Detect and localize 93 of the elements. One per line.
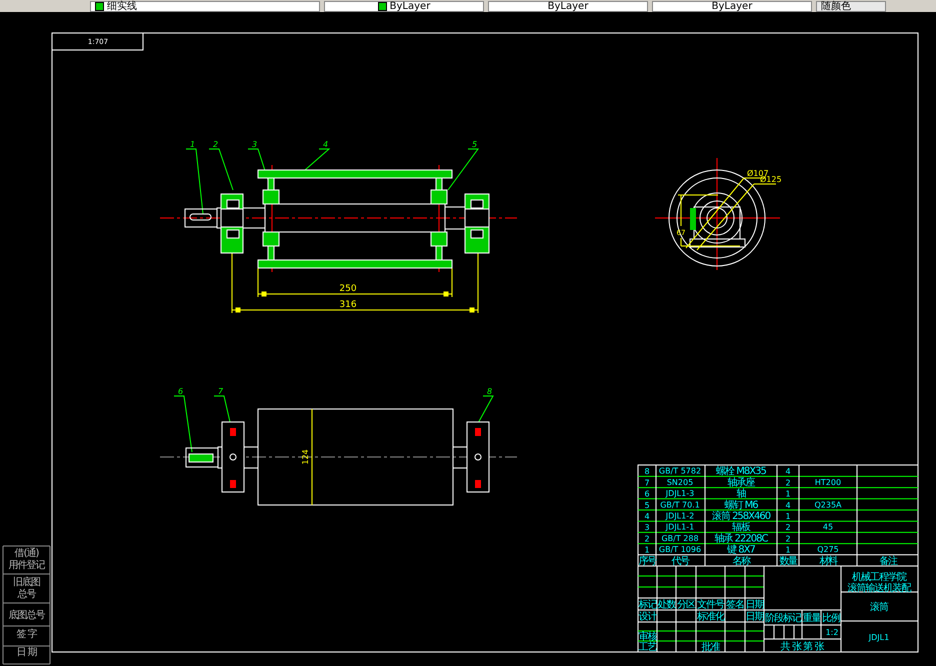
dimension-value: Ø125	[760, 175, 782, 184]
table-cell: 2	[785, 534, 791, 544]
table-cell: 1	[785, 490, 791, 499]
table-cell: 审核	[638, 632, 656, 642]
leader-line	[304, 148, 330, 170]
table-cell: 标记	[638, 600, 656, 610]
table-cell: 键 8X7	[727, 544, 755, 556]
leader-line	[208, 148, 234, 190]
side-stamp-label: 旧底图总号	[13, 577, 40, 600]
column-header: 代号	[672, 556, 688, 567]
table-cell: 批准	[702, 642, 720, 653]
table-cell: 2	[644, 534, 650, 544]
table-cell: 1	[644, 546, 650, 555]
layer-dropdown[interactable]: 细实线	[90, 1, 320, 12]
table-cell: SN205	[666, 478, 694, 487]
table-cell: 签名	[726, 600, 744, 610]
side-stamp-label: 签 字	[16, 629, 37, 640]
plot-style-dropdown[interactable]: 随颜色	[816, 1, 886, 12]
layer-color-icon	[95, 2, 104, 11]
drawing-number: JDJL1	[868, 633, 890, 642]
table-cell: Q235A	[814, 500, 842, 510]
column-header: 序号	[638, 556, 656, 567]
table-cell: 设计	[638, 612, 656, 622]
table-cell: 45	[822, 522, 834, 532]
part-number: 4	[323, 140, 328, 149]
table-cell: 工艺	[638, 642, 656, 653]
table-cell: JDJL1-3	[666, 489, 694, 498]
table-cell: GB/T 5782	[658, 466, 702, 476]
lineweight-dropdown[interactable]: ByLayer	[652, 1, 812, 12]
table-cell: 4	[785, 500, 791, 510]
part-number: 7	[218, 387, 224, 396]
drawing-title: 滚筒	[870, 602, 888, 613]
table-cell: 4	[785, 467, 791, 476]
table-cell: 阶段标记	[765, 613, 801, 624]
part-number: 1	[190, 140, 196, 149]
table-cell: 滚筒 258X460	[712, 511, 770, 522]
column-header: 备注	[880, 556, 896, 567]
table-cell: 标准化	[697, 612, 724, 622]
leader-line	[174, 396, 192, 452]
leader-line	[214, 396, 230, 422]
leader-line	[448, 148, 479, 190]
side-stamp-label: 借(通)用件登记	[8, 548, 44, 571]
organization-name: 滚筒输送机装配	[848, 583, 910, 594]
table-cell: GB/T 288	[661, 534, 699, 543]
part-number: 5	[472, 140, 478, 149]
column-header: 材料	[820, 556, 836, 567]
side-stamp-label: 日 期	[16, 647, 37, 658]
table-cell: JDJL1-2	[666, 512, 694, 520]
scale-value: 1:2	[826, 628, 838, 637]
side-stamp-label: 底图总号	[8, 610, 44, 621]
table-cell: 2	[785, 478, 791, 488]
column-header: 数量	[780, 556, 796, 567]
table-cell: 分区	[677, 600, 695, 610]
table-cell: JDJL1-1	[666, 522, 694, 532]
table-cell: 日期	[746, 600, 764, 610]
table-cell: 2	[785, 523, 791, 532]
sheet-count: 共 张 第 张	[780, 642, 824, 652]
table-cell: 螺钉 M6	[724, 500, 758, 511]
column-header: 名称	[732, 556, 750, 567]
table-cell: 辐板	[732, 522, 750, 534]
table-cell: 重量	[802, 613, 820, 624]
table-cell: 轴	[736, 488, 746, 500]
table-cell: 8	[644, 467, 650, 476]
table-cell: 轴承 22208C	[714, 533, 768, 544]
table-cell: 1	[785, 546, 791, 555]
organization-name: 机械工程学院	[852, 572, 906, 583]
table-cell: 7	[644, 478, 650, 488]
table-cell: 比例	[822, 613, 840, 624]
table-cell: 3	[644, 523, 650, 532]
table-cell: GB/T 1096	[658, 545, 702, 554]
part-number: 6	[178, 387, 184, 396]
table-cell: Q275	[817, 545, 839, 554]
table-cell: 轴承座	[728, 477, 754, 488]
table-cell: 5	[644, 500, 650, 510]
table-cell: HT200	[814, 478, 842, 487]
table-cell: 日期	[746, 612, 764, 622]
table-cell: 4	[644, 512, 650, 521]
dimension-value: 124	[301, 449, 310, 465]
dimension-value: 316	[339, 300, 357, 310]
table-cell: GB/T 70.1	[660, 500, 700, 510]
part-number: 8	[487, 387, 492, 396]
color-swatch-icon	[378, 2, 387, 11]
table-cell: 6	[644, 490, 650, 499]
dimension-value: 250	[339, 284, 357, 294]
part-number: 2	[213, 140, 218, 149]
part-number: 3	[252, 140, 258, 149]
table-cell: 1	[785, 512, 791, 521]
leader-line	[186, 148, 204, 214]
color-dropdown[interactable]: ByLayer	[324, 1, 484, 12]
linetype-dropdown[interactable]: ByLayer	[488, 1, 648, 12]
table-cell: 处数	[658, 600, 676, 610]
table-cell: 螺栓 M8X35	[716, 466, 766, 478]
table-cell: 文件号	[697, 600, 724, 610]
